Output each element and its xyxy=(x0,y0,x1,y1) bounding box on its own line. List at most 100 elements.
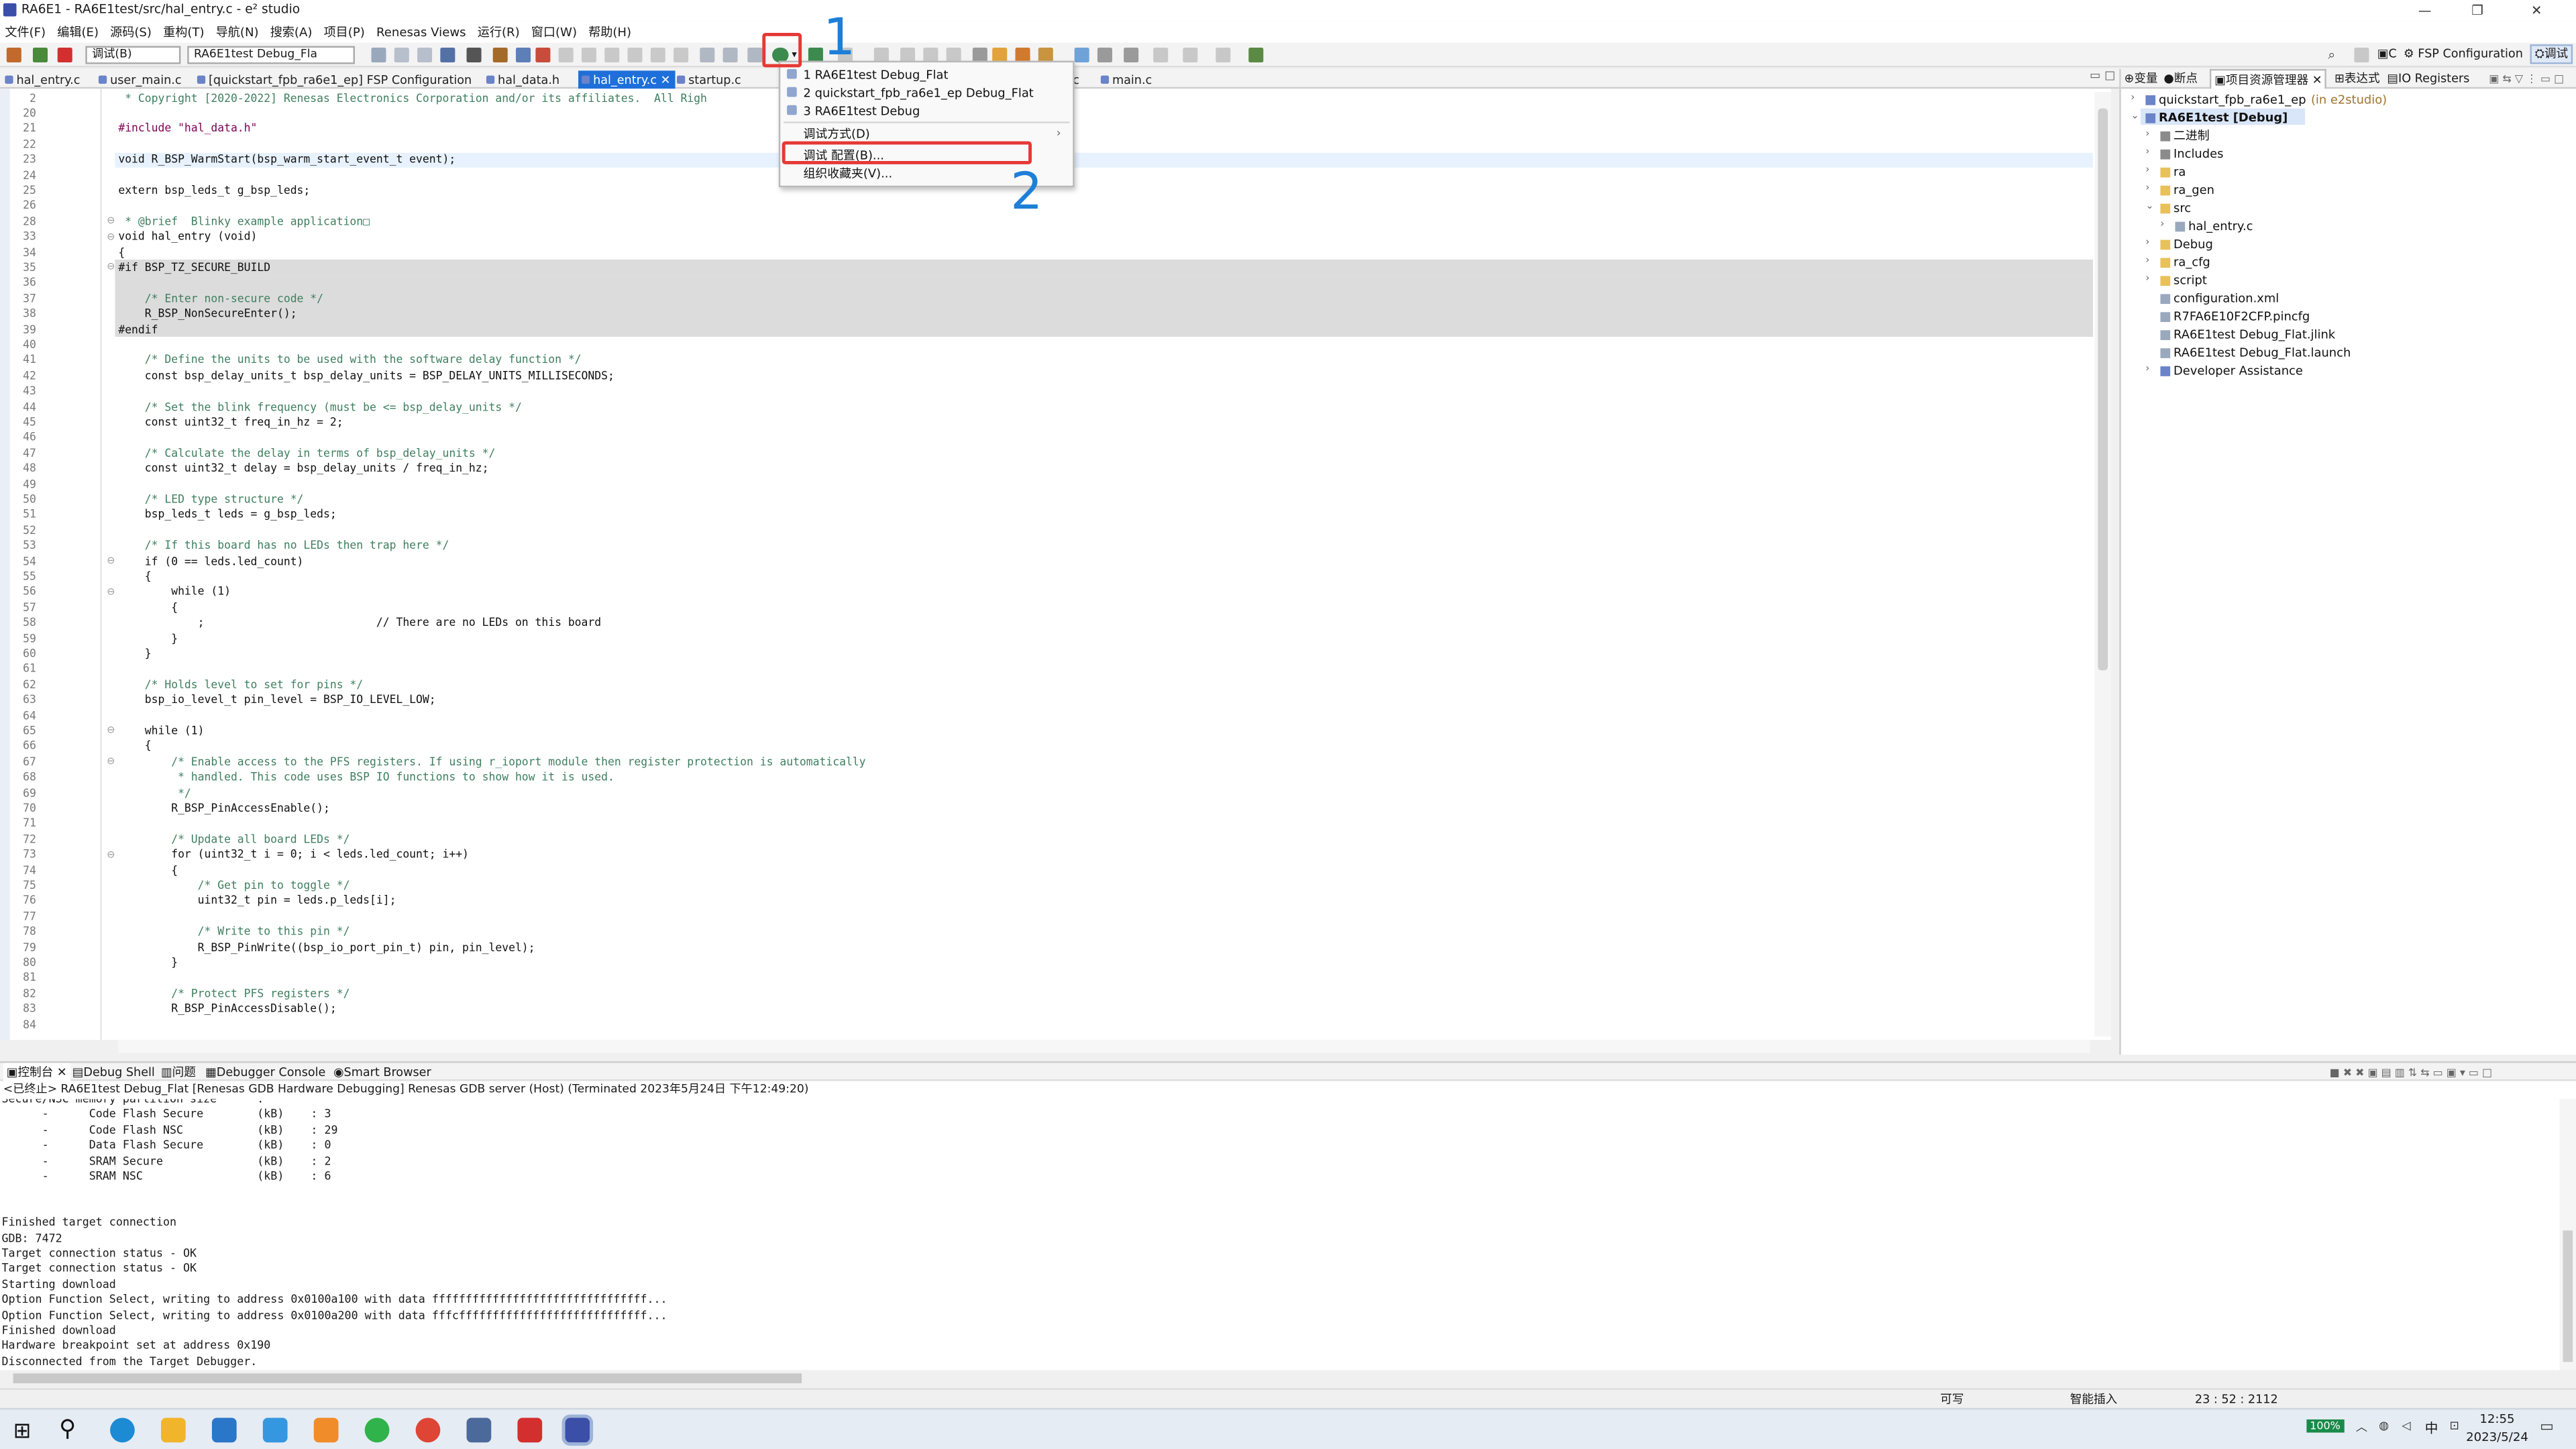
disconnect-icon[interactable] xyxy=(535,48,551,63)
tree-item[interactable]: configuration.xml xyxy=(2174,290,2279,305)
tab-console[interactable]: ▣控制台 ✕ xyxy=(3,1063,70,1083)
battery-indicator[interactable]: 100% xyxy=(2306,1419,2344,1433)
clean-icon[interactable] xyxy=(492,48,508,63)
menu-refactor[interactable]: 重构(T) xyxy=(163,21,204,43)
tree-item[interactable]: script xyxy=(2174,273,2207,288)
menu-item-history-2[interactable]: 2 quickstart_fpb_ra6e1_ep Debug_Flat xyxy=(804,85,1034,100)
e2studio-taskbar-icon[interactable] xyxy=(561,1414,594,1446)
prev-edit-icon[interactable] xyxy=(1153,48,1169,63)
notification-icon[interactable]: ▭ xyxy=(2540,1419,2554,1436)
next-annotation-icon[interactable] xyxy=(1124,48,1139,63)
perspective-fsp[interactable]: ⚙ FSP Configuration xyxy=(2404,46,2523,61)
clock-time[interactable]: 12:55 xyxy=(2464,1411,2530,1426)
console-scroll-thumb[interactable] xyxy=(2563,1230,2573,1362)
expand-twisty-icon[interactable]: › xyxy=(2131,92,2135,103)
tab-user-main-c[interactable]: user_main.c xyxy=(95,70,186,89)
search-icon[interactable]: ⌕ xyxy=(2328,48,2343,62)
menu-renesas-views[interactable]: Renesas Views xyxy=(376,21,466,43)
launch-config-combo[interactable]: RA6E1test Debug_Fla xyxy=(187,46,355,64)
terminate-icon[interactable] xyxy=(604,48,620,63)
start-windows-icon[interactable]: ⊞ xyxy=(13,1419,32,1444)
hammer-icon[interactable] xyxy=(440,48,455,63)
toggle-highlight-icon[interactable] xyxy=(1074,48,1089,63)
tree-item[interactable]: Includes xyxy=(2174,146,2223,161)
open-perspective-button-icon[interactable] xyxy=(2354,48,2369,63)
tree-item[interactable]: quickstart_fpb_ra6e1_ep (in e2studio) xyxy=(2159,92,2387,107)
tab-startup-c[interactable]: startup.c xyxy=(674,70,746,89)
console-output[interactable]: Secure/NSC memory partition size : - Cod… xyxy=(0,1099,2576,1371)
new-icon[interactable] xyxy=(371,48,386,63)
expand-twisty-icon[interactable]: › xyxy=(2145,164,2149,176)
menu-item-history-1[interactable]: 1 RA6E1test Debug_Flat xyxy=(804,67,949,82)
app-blue-icon[interactable] xyxy=(262,1417,288,1443)
step-over-icon[interactable] xyxy=(650,48,665,63)
expand-twisty-icon[interactable]: › xyxy=(2145,363,2149,374)
editor-maximize-icon[interactable]: □ xyxy=(2104,69,2115,83)
expand-twisty-icon[interactable]: › xyxy=(2145,182,2149,194)
tab-hal-entry-c-active[interactable]: hal_entry.c ✕ xyxy=(578,70,676,89)
tree-item[interactable]: hal_entry.c xyxy=(2188,219,2253,233)
expand-twisty-icon[interactable]: › xyxy=(2145,128,2149,140)
perspective-c[interactable]: ▣C xyxy=(2377,46,2397,61)
tree-item[interactable]: Developer Assistance xyxy=(2174,363,2303,378)
expand-twisty-icon[interactable]: › xyxy=(2145,146,2149,158)
save-all-icon[interactable] xyxy=(417,48,433,63)
fold-toggle-icon[interactable]: ⊖ xyxy=(107,756,115,767)
close-button[interactable]: ✕ xyxy=(2510,0,2563,21)
fold-toggle-icon[interactable]: ⊖ xyxy=(107,231,115,242)
menu-item-organize-favorites[interactable]: 组织收藏夹(V)... xyxy=(804,166,893,182)
menu-help[interactable]: 帮助(H) xyxy=(588,21,631,43)
debug-run-icon[interactable] xyxy=(32,48,48,63)
fold-toggle-icon[interactable]: ⊖ xyxy=(107,555,115,567)
tab-hal-data-h[interactable]: hal_data.h xyxy=(483,70,564,89)
menu-run[interactable]: 运行(R) xyxy=(478,21,520,43)
build-icon[interactable] xyxy=(6,48,21,63)
menu-item-history-3[interactable]: 3 RA6E1test Debug xyxy=(804,103,920,118)
forward-icon[interactable] xyxy=(1216,48,1231,63)
search-taskbar-icon[interactable]: ⚲ xyxy=(59,1416,76,1442)
code-editor[interactable]: 2 20 21 22 23 24 25 26 28 33 34 35 36 37 38 39 40 41 42 43 4… xyxy=(0,89,2111,1040)
expand-twisty-icon[interactable]: › xyxy=(2160,219,2164,230)
fold-toggle-icon[interactable]: ⊖ xyxy=(107,849,115,860)
console-toolbar-icons[interactable]: ■ ✖ ✖ ▣ ▤ ▥ ⇅ ⇆ ▭ ▣ ▾ ▭ □ xyxy=(2330,1063,2492,1083)
tray-expand-icon[interactable]: ︿ xyxy=(2356,1419,2367,1436)
reset-icon[interactable] xyxy=(747,48,763,63)
instruction-step-icon[interactable] xyxy=(722,48,738,63)
menu-edit[interactable]: 编辑(E) xyxy=(57,21,99,43)
tab-debugger-console[interactable]: ▦Debugger Console xyxy=(205,1063,325,1083)
console-horizontal-scrollbar[interactable] xyxy=(0,1370,2560,1387)
panel-toolbar-icons[interactable]: ▣ ⇆ ▽ ⋮ ▭ □ xyxy=(2489,69,2564,89)
save-icon[interactable] xyxy=(394,48,409,63)
launch-mode-combo[interactable]: 调试(B) xyxy=(85,46,181,64)
tab-variables[interactable]: ⊕变量 xyxy=(2125,69,2158,89)
step-into-icon[interactable] xyxy=(627,48,643,63)
menu-project[interactable]: 项目(P) xyxy=(324,21,365,43)
tab-hal-entry-c-1[interactable]: hal_entry.c xyxy=(1,70,85,89)
tree-item[interactable]: src xyxy=(2174,201,2191,215)
tree-item[interactable]: RA6E1test Debug_Flat.jlink xyxy=(2174,327,2335,341)
mail-icon[interactable] xyxy=(211,1417,237,1443)
connect-icon[interactable] xyxy=(515,48,531,63)
editor-horizontal-scrollbar[interactable] xyxy=(118,1040,2090,1053)
tab-expressions[interactable]: ⊞表达式 xyxy=(2334,69,2380,89)
tab-smart-browser[interactable]: ◉Smart Browser xyxy=(333,1063,431,1083)
build-config-icon[interactable] xyxy=(466,48,482,63)
app-teams-icon[interactable] xyxy=(466,1417,492,1443)
console-vertical-scrollbar[interactable] xyxy=(2559,1099,2576,1371)
tab-debug-shell[interactable]: ▤Debug Shell xyxy=(72,1063,155,1083)
restore-button[interactable]: ❐ xyxy=(2451,0,2504,21)
fold-toggle-icon[interactable]: ⊖ xyxy=(107,725,115,737)
editor-vertical-scrollbar[interactable] xyxy=(2094,92,2111,1037)
fold-toggle-icon[interactable]: ⊖ xyxy=(107,262,115,273)
menu-search[interactable]: 搜索(A) xyxy=(270,21,313,43)
tab-fsp-configuration[interactable]: [quickstart_fpb_ra6e1_ep] FSP Configurat… xyxy=(194,70,477,89)
editor-scroll-thumb[interactable] xyxy=(2098,108,2108,671)
app-orange-icon[interactable] xyxy=(313,1417,339,1443)
expand-twisty-icon[interactable]: › xyxy=(2145,255,2149,266)
tree-item[interactable]: Debug xyxy=(2174,237,2213,252)
menu-source[interactable]: 源码(S) xyxy=(110,21,152,43)
tree-item[interactable]: R7FA6E10F2CFP.pincfg xyxy=(2174,309,2310,323)
chrome-icon[interactable] xyxy=(415,1417,441,1443)
menu-window[interactable]: 窗口(W) xyxy=(531,21,577,43)
edge-browser-icon[interactable] xyxy=(110,1417,135,1443)
